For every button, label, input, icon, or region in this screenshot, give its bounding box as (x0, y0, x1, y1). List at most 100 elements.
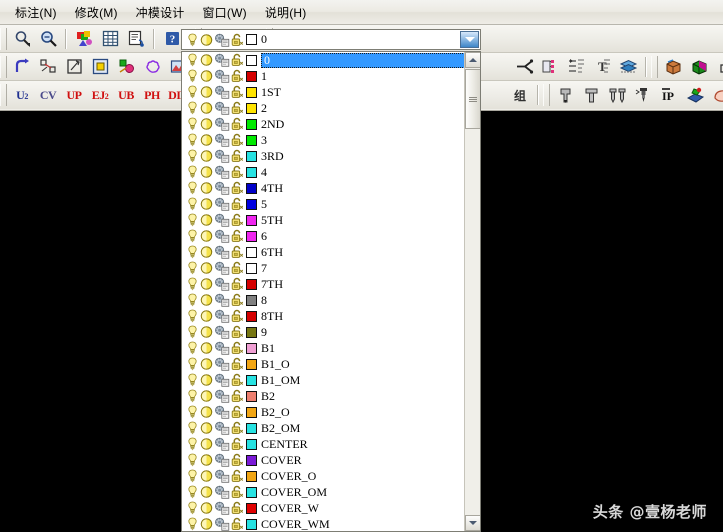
layer-list-item-b1[interactable]: B1 (182, 340, 465, 356)
layer-list-item-5[interactable]: 5 (182, 196, 465, 212)
menu-window[interactable]: 窗口(W) (193, 1, 255, 24)
layer-list-item-2[interactable]: 2 (182, 100, 465, 116)
layer-list-item-5th[interactable]: 5TH (182, 212, 465, 228)
table-icon[interactable] (98, 27, 122, 50)
layer-list-item-b2_om[interactable]: B2_OM (182, 420, 465, 436)
toolbar-grip[interactable] (543, 84, 550, 106)
layer-list-item-7[interactable]: 7 (182, 260, 465, 276)
layer-color-swatch[interactable] (246, 198, 257, 210)
layer-list-item-6th[interactable]: 6TH (182, 244, 465, 260)
layer-list-item-3rd[interactable]: 3RD (182, 148, 465, 164)
layer-list-item-b1_o[interactable]: B1_O (182, 356, 465, 372)
layer-list-item-cover[interactable]: COVER (182, 452, 465, 468)
ip-icon[interactable]: IP (657, 84, 681, 107)
layer-color-swatch[interactable] (246, 294, 257, 306)
layer-list-item-center[interactable]: CENTER (182, 436, 465, 452)
layer-list-item-8th[interactable]: 8TH (182, 308, 465, 324)
fillet-icon[interactable] (10, 55, 34, 78)
toolbar-grip[interactable] (651, 55, 658, 78)
layer-color-swatch[interactable] (246, 518, 257, 530)
layer-list-item-b2[interactable]: B2 (182, 388, 465, 404)
layer-color-swatch[interactable] (246, 118, 257, 130)
menu-dimension[interactable]: 标注(N) (6, 1, 66, 24)
punch-pair-icon[interactable] (605, 84, 629, 107)
explode-icon[interactable] (36, 55, 60, 78)
dropdown-scrollbar[interactable] (464, 52, 480, 531)
solid-box-icon[interactable] (661, 55, 685, 78)
layer-control-combobox[interactable]: 0 (181, 29, 481, 50)
ej-tool-button[interactable]: EJ2 (88, 84, 112, 107)
layer-list-item-7th[interactable]: 7TH (182, 276, 465, 292)
toolbar-grip[interactable] (0, 27, 7, 50)
layer-color-swatch[interactable] (246, 70, 257, 82)
layer-color-swatch[interactable] (246, 390, 257, 402)
layer-color-swatch[interactable] (246, 422, 257, 434)
scrollbar-thumb[interactable] (465, 69, 480, 129)
split-icon[interactable] (512, 55, 536, 78)
cap-icon[interactable] (683, 84, 707, 107)
layer-color-swatch[interactable] (246, 374, 257, 386)
layer-color-swatch[interactable] (246, 150, 257, 162)
plate-icon[interactable] (709, 84, 723, 107)
block-icon[interactable] (88, 55, 112, 78)
layer-color-swatch[interactable] (246, 406, 257, 418)
layer-color-swatch[interactable] (246, 326, 257, 338)
layer-color-swatch[interactable] (246, 438, 257, 450)
region-icon[interactable] (62, 55, 86, 78)
layer-color-swatch[interactable] (246, 310, 257, 322)
layer-color-swatch[interactable] (246, 486, 257, 498)
layer-list[interactable]: 0 1 1ST 2 2ND 3 3RD 4 4TH 5 5TH 6 6TH 7 7TH 8 8TH 9 B1 B1_O… (182, 52, 465, 531)
layer-list-item-1st[interactable]: 1ST (182, 84, 465, 100)
layer-list-item-b1_om[interactable]: B1_OM (182, 372, 465, 388)
layer-color-swatch[interactable] (246, 214, 257, 226)
ph-tool-button[interactable]: PH (140, 84, 164, 107)
layer-color-swatch[interactable] (246, 262, 257, 274)
layer-color-swatch[interactable] (246, 86, 257, 98)
properties-icon[interactable] (564, 55, 588, 78)
layer-list-item-0[interactable]: 0 (182, 52, 465, 68)
xref-icon[interactable] (538, 55, 562, 78)
layer-list-item-8[interactable]: 8 (182, 292, 465, 308)
revcloud-icon[interactable] (140, 55, 164, 78)
layer-list-item-6[interactable]: 6 (182, 228, 465, 244)
layer-color-swatch[interactable] (246, 502, 257, 514)
toolbar-grip[interactable] (0, 84, 7, 106)
layer-color-swatch[interactable] (246, 278, 257, 290)
ub-tool-button[interactable]: UB (114, 84, 138, 107)
layer-list-item-9[interactable]: 9 (182, 324, 465, 340)
cv-tool-button[interactable]: CV (36, 84, 60, 107)
layer-color-swatch[interactable] (246, 102, 257, 114)
up-tool-button[interactable]: UP (62, 84, 86, 107)
block-attribute-icon[interactable] (124, 27, 148, 50)
layer-color-swatch[interactable] (246, 166, 257, 178)
layer-dropdown-list[interactable]: 0 1 1ST 2 2ND 3 3RD 4 4TH 5 5TH 6 6TH 7 7TH 8 8TH 9 B1 B1_O… (181, 51, 481, 532)
menu-die-design[interactable]: 冲模设计 (127, 1, 194, 24)
layer-color-swatch[interactable] (246, 34, 257, 45)
layer-list-item-cover_w[interactable]: COVER_W (182, 500, 465, 516)
zoom-window-icon[interactable] (36, 27, 60, 50)
scroll-up-button[interactable] (465, 52, 480, 68)
render-icon[interactable] (72, 27, 96, 50)
layer-list-item-4th[interactable]: 4TH (182, 180, 465, 196)
punch-head-icon[interactable] (579, 84, 603, 107)
layer-list-item-cover_o[interactable]: COVER_O (182, 468, 465, 484)
scroll-down-button[interactable] (465, 515, 480, 531)
layer-list-item-3[interactable]: 3 (182, 132, 465, 148)
solid-color-icon[interactable] (687, 55, 711, 78)
menu-modify[interactable]: 修改(M) (66, 1, 127, 24)
layer-color-swatch[interactable] (246, 470, 257, 482)
layer-color-swatch[interactable] (246, 358, 257, 370)
layer-color-swatch[interactable] (246, 54, 257, 66)
zoom-realtime-icon[interactable] (10, 27, 34, 50)
layer-list-item-1[interactable]: 1 (182, 68, 465, 84)
stripper-icon[interactable] (631, 84, 655, 107)
group-tool-button[interactable]: 组 (508, 84, 532, 107)
text-style-icon[interactable]: T (590, 55, 614, 78)
layer-color-swatch[interactable] (246, 230, 257, 242)
punch-icon[interactable] (553, 84, 577, 107)
extrude-icon[interactable] (713, 55, 723, 78)
layer-color-swatch[interactable] (246, 342, 257, 354)
u2-tool-button[interactable]: U2 (10, 84, 34, 107)
chevron-down-icon[interactable] (460, 31, 479, 48)
toolbar-grip[interactable] (0, 55, 7, 78)
